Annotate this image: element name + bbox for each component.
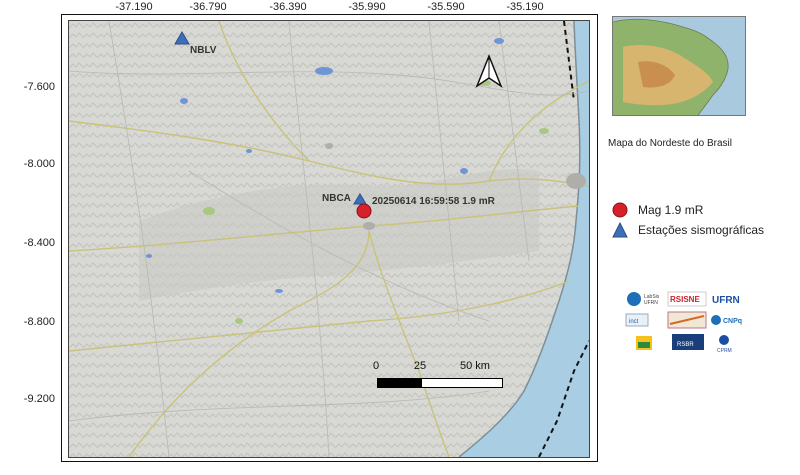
scale-label-50: 50 km bbox=[460, 360, 490, 372]
svg-text:UFRN: UFRN bbox=[712, 295, 740, 306]
x-tick-label: -37.190 bbox=[115, 1, 153, 13]
inset-caption: Mapa do Nordeste do Brasil bbox=[608, 138, 732, 149]
scale-bar bbox=[377, 378, 503, 388]
y-tick-label: -8.400 bbox=[23, 237, 55, 249]
x-tick-label: -35.190 bbox=[506, 1, 544, 13]
legend-item-stations: Estações sismográficas bbox=[612, 222, 764, 238]
institution-logos: LabSis UFRN RSISNE UFRN inct CNPq RSBR C… bbox=[624, 290, 774, 356]
station-triangle-icon[interactable] bbox=[174, 31, 190, 45]
svg-text:CPRM: CPRM bbox=[717, 348, 732, 354]
red-circle-icon bbox=[612, 202, 628, 218]
y-tick-label: -8.800 bbox=[23, 316, 55, 328]
logos-graphic: LabSis UFRN RSISNE UFRN inct CNPq RSBR C… bbox=[625, 291, 742, 354]
inset-map-graphic bbox=[613, 17, 745, 115]
map-basemap bbox=[69, 21, 589, 457]
x-tick-label: -35.990 bbox=[348, 1, 386, 13]
x-tick-label: -36.790 bbox=[189, 1, 227, 13]
svg-text:inct: inct bbox=[629, 319, 639, 325]
svg-text:CNPq: CNPq bbox=[723, 318, 742, 325]
svg-text:UFRN: UFRN bbox=[644, 300, 658, 306]
svg-text:RSISNE: RSISNE bbox=[670, 295, 700, 304]
legend-label: Estações sismográficas bbox=[638, 223, 765, 237]
event-epicenter-icon[interactable] bbox=[355, 202, 373, 220]
inset-map bbox=[612, 16, 746, 116]
blue-triangle-icon bbox=[612, 222, 628, 238]
scale-label-25: 25 bbox=[413, 360, 427, 372]
legend-item-event: Mag 1.9 mR bbox=[612, 202, 703, 218]
station-label-nblv: NBLV bbox=[190, 45, 217, 56]
y-tick-label: -7.600 bbox=[23, 81, 55, 93]
scale-label-0: 0 bbox=[372, 360, 380, 372]
event-label: 20250614 16:59:58 1.9 mR bbox=[372, 196, 495, 207]
x-tick-label: -35.590 bbox=[427, 1, 465, 13]
map-canvas[interactable] bbox=[68, 20, 590, 458]
x-tick-label: -36.390 bbox=[269, 1, 307, 13]
legend-label: Mag 1.9 mR bbox=[638, 203, 704, 217]
svg-text:RSBR: RSBR bbox=[677, 342, 694, 348]
y-tick-label: -8.000 bbox=[23, 158, 55, 170]
y-tick-label: -9.200 bbox=[23, 393, 55, 405]
station-label-nbca: NBCA bbox=[322, 193, 351, 204]
